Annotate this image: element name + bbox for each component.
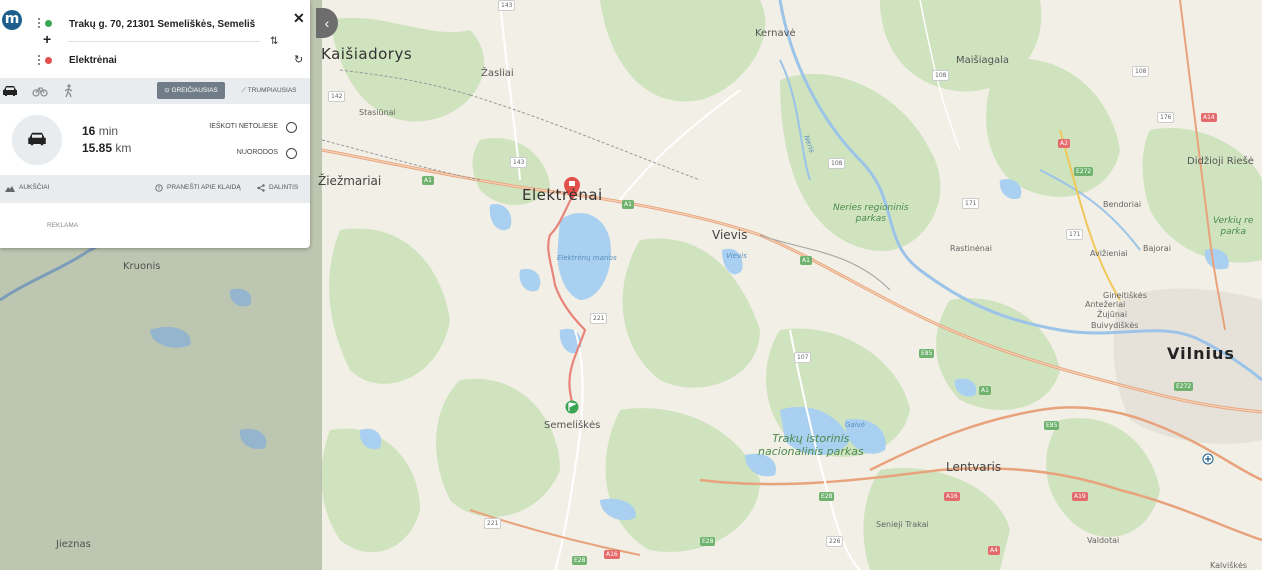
destination-input[interactable]: Elektrėnai xyxy=(69,55,117,66)
park-verkiu: Verkių re parka xyxy=(1213,216,1254,237)
route-mode-badge xyxy=(12,115,62,165)
road-shield: 226 xyxy=(826,536,844,547)
walk-icon[interactable] xyxy=(64,84,74,98)
road-shield: A14 xyxy=(1201,113,1217,122)
road-shield: E28 xyxy=(572,556,588,565)
app-logo[interactable]: m xyxy=(2,10,22,30)
place-anteziaria: Antežeriai xyxy=(1085,300,1126,309)
road-shield: A16 xyxy=(604,550,620,559)
road-shield: 143 xyxy=(498,0,516,11)
place-didzioji-riese: Didžioji Riešė xyxy=(1187,156,1254,167)
place-senieji-trakai: Senieji Trakai xyxy=(876,520,929,529)
place-kernave: Kernavė xyxy=(755,28,796,39)
duration: 16 min xyxy=(82,124,118,138)
road-shield: 108 xyxy=(1132,66,1150,77)
road-shield: 171 xyxy=(1066,229,1084,240)
road-shield: E272 xyxy=(1174,382,1194,391)
place-rastinenai: Rastinėnai xyxy=(950,244,992,253)
road-shield: E85 xyxy=(1044,421,1060,430)
directions-icon[interactable] xyxy=(286,148,297,159)
water-galve: Galvė xyxy=(845,421,866,429)
origin-pin-icon xyxy=(45,20,52,27)
road-shield: A19 xyxy=(1072,492,1088,501)
place-buivydiskes: Buivydiškės xyxy=(1091,321,1139,330)
road-shield: 221 xyxy=(484,518,502,529)
refresh-icon[interactable]: ↻ xyxy=(294,53,303,66)
road-shield: 221 xyxy=(590,313,608,324)
advertisement-label: REKLAMA xyxy=(47,222,79,229)
place-kaisiadorys: Kaišiadorys xyxy=(321,45,413,63)
distance-value: 15.85 xyxy=(82,141,113,155)
place-vilnius: Vilnius xyxy=(1167,344,1235,363)
origin-marker-icon xyxy=(565,400,579,414)
destination-pin-icon xyxy=(45,57,52,64)
drag-handle-icon[interactable] xyxy=(38,18,40,28)
duration-unit: min xyxy=(98,124,119,138)
report-error-button[interactable]: PRANEŠTI APIE KLAIDĄ xyxy=(167,184,241,191)
drag-handle-icon[interactable] xyxy=(38,55,40,65)
place-valdotai: Valdotai xyxy=(1087,536,1120,545)
road-shield: A2 xyxy=(1058,139,1070,148)
car-icon xyxy=(28,132,46,146)
search-nearby-icon[interactable] xyxy=(286,122,297,133)
swap-icon[interactable]: ⇅ xyxy=(270,36,278,47)
place-kalviskes: Kalviškės xyxy=(1210,561,1248,570)
place-elektrenai: Elektrėnai xyxy=(522,186,603,204)
share-button[interactable]: DALINTIS xyxy=(269,184,298,191)
place-aviziniai: Avižieniai xyxy=(1090,249,1128,258)
place-vievis: Vievis xyxy=(712,228,748,242)
elevation-button[interactable]: AUKŠČIAI xyxy=(19,184,49,191)
search-nearby-link[interactable]: IEŠKOTI NETOLIESE xyxy=(190,123,278,130)
road-shield: E28 xyxy=(819,492,835,501)
park-neries: Neries regioninis parkas xyxy=(833,203,909,224)
place-stasiunai: Stasiūnai xyxy=(359,108,396,117)
elevation-icon[interactable] xyxy=(5,185,15,192)
road-shield: 107 xyxy=(794,352,812,363)
close-icon[interactable]: ✕ xyxy=(293,10,305,27)
distance: 15.85 km xyxy=(82,141,131,155)
road-shield: E272 xyxy=(1074,167,1094,176)
fastest-route-button[interactable]: ⊙ GREIČIAUSIAS xyxy=(157,82,225,99)
place-maisiagala: Maišiagala xyxy=(956,55,1010,66)
road-shield: 108 xyxy=(932,70,950,81)
water-elektrenu-marios: Elektrėnų marios xyxy=(557,254,617,262)
distance-unit: km xyxy=(115,141,132,155)
road-shield: A1 xyxy=(800,256,812,265)
duration-value: 16 xyxy=(82,124,96,138)
place-lentvaris: Lentvaris xyxy=(946,460,1002,474)
road-shield: 142 xyxy=(328,91,346,102)
add-waypoint-button[interactable]: + xyxy=(43,32,51,46)
divider xyxy=(68,41,260,42)
road-shield: A16 xyxy=(944,492,960,501)
road-shield: 108 xyxy=(828,158,846,169)
place-ziezmariai: Žiežmariai xyxy=(318,174,382,188)
place-zujunai: Žujūnai xyxy=(1097,310,1128,319)
road-shield: 176 xyxy=(1157,112,1175,123)
road-shield: A1 xyxy=(622,200,634,209)
place-zasliai: Žasliai xyxy=(481,68,514,79)
park-trakai: Trakų istorinis nacionalinis parkas xyxy=(758,432,864,458)
place-semeliskes: Semeliškės xyxy=(544,420,601,431)
road-shield: A4 xyxy=(988,546,1000,555)
bicycle-icon[interactable] xyxy=(32,85,48,97)
place-gineitiskes: Gineitiškės xyxy=(1103,291,1147,300)
road-shield: E85 xyxy=(919,349,935,358)
road-shield: A1 xyxy=(979,386,991,395)
share-icon[interactable] xyxy=(257,184,265,192)
road-shield: 171 xyxy=(962,198,980,209)
road-shield: E28 xyxy=(700,537,716,546)
place-bajorai: Bajorai xyxy=(1143,244,1171,253)
water-vievis-lake: Vievis xyxy=(726,252,747,260)
car-icon[interactable] xyxy=(2,85,18,97)
road-shield: A1 xyxy=(422,176,434,185)
origin-input[interactable]: Trakų g. 70, 21301 Semeliškės, Semeliš xyxy=(69,19,259,30)
directions-link[interactable]: NUORODOS xyxy=(190,149,278,156)
shortest-route-button[interactable]: ⟋ TRUMPIAUSIAS xyxy=(236,82,302,99)
report-icon[interactable] xyxy=(155,184,163,192)
place-bendoriai: Bendoriai xyxy=(1103,200,1142,209)
road-shield: 143 xyxy=(510,157,528,168)
route-panel: m Trakų g. 70, 21301 Semeliškės, Semeliš… xyxy=(0,0,310,248)
